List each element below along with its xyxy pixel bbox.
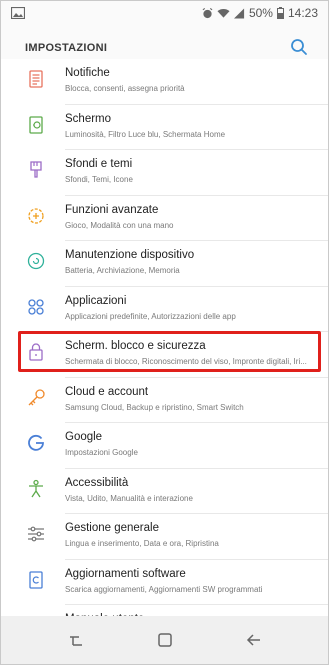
sliders-icon: [25, 523, 47, 545]
wifi-icon: [217, 8, 230, 19]
settings-item-accessibilita[interactable]: Accessibilità Vista, Udito, Manualità e …: [1, 468, 328, 514]
google-icon: [25, 432, 47, 454]
settings-item-manutenzione-dispositivo[interactable]: Manutenzione dispositivo Batteria, Archi…: [1, 241, 328, 287]
item-subtitle: Gioco, Modalità con una mano: [65, 220, 174, 230]
item-label: Schermo: [65, 112, 112, 125]
item-subtitle: Batteria, Archiviazione, Memoria: [65, 266, 180, 275]
battery-percent: 50%: [248, 6, 273, 20]
alarm-icon: [202, 7, 213, 19]
lock-icon: [25, 341, 47, 363]
signal-icon: [233, 7, 245, 19]
key-icon: [25, 387, 47, 409]
settings-list: Notifiche Blocca, consenti, assegna prio…: [1, 59, 328, 651]
item-label: Google: [65, 431, 103, 443]
item-label: Cloud e account: [65, 385, 149, 398]
item-subtitle: Applicazioni predefinite, Autorizzazioni…: [65, 311, 236, 321]
item-subtitle: Scarica aggiornamenti, Aggiornamenti SW …: [65, 584, 263, 594]
update-icon: [25, 569, 47, 591]
settings-item-funzioni-avanzate[interactable]: Funzioni avanzate Gioco, Modalità con un…: [1, 195, 328, 241]
settings-item-cloud-e-account[interactable]: Cloud e account Samsung Cloud, Backup e …: [1, 377, 328, 423]
page-title: IMPOSTAZIONI: [25, 42, 108, 54]
accessibility-icon: [25, 478, 47, 500]
back-button[interactable]: [243, 630, 265, 650]
maintenance-icon: [25, 250, 47, 272]
item-subtitle: Impostazioni Google: [65, 448, 138, 457]
navigation-bar: [1, 616, 328, 664]
item-label: Applicazioni: [65, 294, 127, 307]
item-label: Sfondi e temi: [65, 158, 133, 170]
status-bar: 50% 14:23: [1, 1, 328, 25]
search-icon[interactable]: [290, 38, 308, 56]
apps-icon: [25, 296, 47, 318]
clock: 14:23: [287, 6, 318, 20]
settings-item-gestione-generale[interactable]: Gestione generale Lingua e inserimento, …: [1, 514, 328, 560]
settings-item-aggiornamenti-software[interactable]: Aggiornamenti software Scarica aggiornam…: [1, 559, 328, 605]
item-label: Aggiornamenti software: [65, 567, 186, 580]
notifications-icon: [25, 68, 47, 90]
settings-item-google[interactable]: Google Impostazioni Google: [1, 423, 328, 469]
settings-item-schermo[interactable]: Schermo Luminosità, Filtro Luce blu, Sch…: [1, 104, 328, 150]
recent-apps-button[interactable]: [65, 630, 87, 650]
item-subtitle: Blocca, consenti, assegna priorità: [65, 84, 185, 93]
item-label: Notifiche: [65, 67, 110, 79]
item-subtitle: Luminosità, Filtro Luce blu, Schermata H…: [65, 129, 226, 139]
brush-icon: [25, 159, 47, 181]
item-label: Funzioni avanzate: [65, 203, 159, 216]
item-subtitle: Sfondi, Temi, Icone: [65, 175, 133, 184]
settings-screen: 50% 14:23 IMPOSTAZIONI Notifiche Blocca,…: [0, 0, 329, 665]
settings-item-scherm-blocco-e-sicurezza[interactable]: Scherm. blocco e sicurezza Schermata di …: [1, 332, 328, 378]
item-label: Manutenzione dispositivo: [65, 249, 195, 261]
settings-item-sfondi-e-temi[interactable]: Sfondi e temi Sfondi, Temi, Icone: [1, 150, 328, 196]
item-subtitle: Vista, Udito, Manualità e interazione: [65, 493, 193, 503]
gear-plus-icon: [25, 205, 47, 227]
item-subtitle: Lingua e inserimento, Data e ora, Ripris…: [65, 539, 219, 548]
item-label: Accessibilità: [65, 476, 129, 489]
settings-item-notifiche[interactable]: Notifiche Blocca, consenti, assegna prio…: [1, 59, 328, 105]
battery-icon: [276, 7, 284, 19]
item-label: Gestione generale: [65, 522, 159, 534]
item-subtitle: Samsung Cloud, Backup e ripristino, Smar…: [65, 402, 244, 412]
display-icon: [25, 114, 47, 136]
item-subtitle: Schermata di blocco, Riconoscimento del …: [65, 357, 307, 366]
item-label: Scherm. blocco e sicurezza: [65, 340, 206, 352]
settings-item-applicazioni[interactable]: Applicazioni Applicazioni predefinite, A…: [1, 286, 328, 332]
gallery-notification-icon: [10, 6, 26, 20]
home-button[interactable]: [154, 630, 176, 650]
